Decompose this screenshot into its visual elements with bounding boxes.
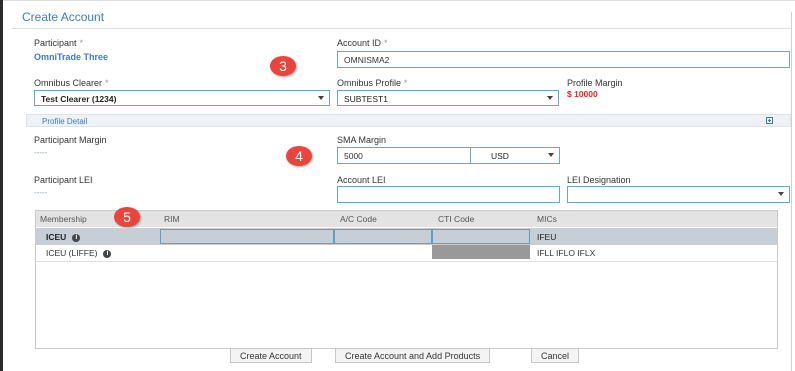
lei-designation-select[interactable] [567, 186, 790, 203]
cancel-button[interactable]: Cancel [531, 348, 580, 363]
required-marker: * [384, 38, 388, 48]
info-icon[interactable]: i [103, 249, 112, 258]
profile-margin-label: Profile Margin [567, 78, 623, 88]
account-id-label-text: Account ID [337, 38, 382, 48]
account-lei-label: Account LEI [337, 175, 386, 185]
chevron-down-icon [547, 96, 553, 100]
info-icon[interactable]: i [72, 233, 81, 242]
column-header-cti-code: CTI Code [438, 214, 475, 224]
ac-code-input[interactable] [334, 229, 432, 244]
chevron-down-icon [318, 96, 324, 100]
create-account-and-add-products-button[interactable]: Create Account and Add Products [335, 348, 491, 363]
omnibus-profile-value: SUBTEST1 [344, 94, 388, 104]
title-divider [12, 28, 791, 29]
sma-margin-label: SMA Margin [337, 135, 387, 145]
omnibus-profile-label-text: Omnibus Profile [337, 78, 402, 88]
participant-label: Participant * [34, 38, 83, 48]
column-header-ac-code: A/C Code [340, 214, 377, 224]
participant-margin-value: ----- [34, 148, 48, 157]
table-header [36, 211, 777, 227]
column-header-membership: Membership [40, 214, 87, 224]
lei-designation-label: LEI Designation [567, 175, 631, 185]
chevron-down-icon [548, 153, 554, 157]
window-top-strip [0, 0, 795, 5]
sma-margin-input[interactable]: 5000 [337, 147, 471, 164]
mics-cell: IFLL IFLO IFLX [537, 248, 596, 258]
rim-input[interactable] [160, 229, 334, 244]
mics-cell: IFEU [537, 232, 557, 242]
membership-name: ICEU [46, 232, 67, 242]
dialog-right-border [791, 12, 792, 371]
required-marker: * [79, 38, 84, 48]
participant-lei-label: Participant LEI [34, 175, 93, 185]
step-badge-4: 4 [286, 146, 312, 166]
step-badge-5: 5 [114, 207, 140, 227]
omnibus-clearer-select[interactable]: Test Clearer (1234) [34, 90, 330, 106]
participant-margin-label: Participant Margin [34, 135, 107, 145]
step-badge-3: 3 [270, 56, 296, 76]
required-marker: * [404, 78, 408, 88]
account-id-input[interactable]: OMNISMA2 [337, 51, 790, 68]
membership-cell: ICEU i [46, 232, 81, 242]
table-row[interactable] [36, 245, 777, 262]
participant-link[interactable]: OmniTrade Three [34, 52, 108, 62]
participant-label-text: Participant [34, 38, 77, 48]
cti-code-disabled-cell [432, 245, 530, 259]
membership-cell: ICEU (LIFFE) i [46, 248, 112, 258]
column-header-mics: MICs [537, 214, 557, 224]
omnibus-profile-select[interactable]: SUBTEST1 [337, 90, 559, 106]
omnibus-clearer-value: Test Clearer (1234) [41, 94, 117, 104]
expand-plus-icon[interactable] [766, 117, 773, 124]
omnibus-profile-label: Omnibus Profile * [337, 78, 408, 88]
create-account-button[interactable]: Create Account [230, 348, 312, 363]
dialog-title: Create Account [22, 10, 105, 24]
sma-currency-select[interactable]: USD [470, 147, 560, 164]
required-marker: * [105, 78, 109, 88]
omnibus-clearer-label: Omnibus Clearer * [34, 78, 109, 88]
account-lei-input[interactable] [337, 186, 560, 203]
window-left-border [0, 0, 3, 371]
profile-detail-link[interactable]: Profile Detail [42, 117, 87, 126]
sma-currency-value: USD [491, 151, 509, 161]
account-id-label: Account ID * [337, 38, 388, 48]
omnibus-clearer-label-text: Omnibus Clearer [34, 78, 103, 88]
profile-detail-bar[interactable] [26, 114, 791, 127]
membership-name: ICEU (LIFFE) [46, 248, 98, 258]
cti-code-input[interactable] [432, 229, 530, 244]
column-header-rim: RIM [164, 214, 180, 224]
profile-margin-value: $ 10000 [567, 89, 598, 99]
chevron-down-icon [778, 192, 784, 196]
participant-lei-value: ----- [34, 188, 48, 197]
